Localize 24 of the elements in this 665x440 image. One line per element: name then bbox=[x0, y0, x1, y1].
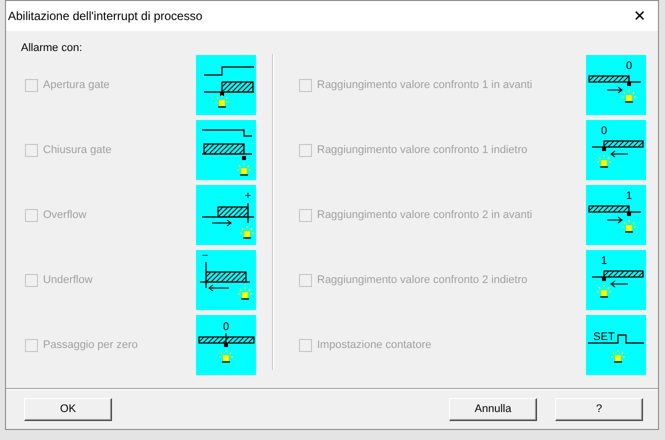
checkbox-label: Raggiungimento valore confronto 2 in avanti bbox=[317, 209, 534, 221]
checkbox-label: Underflow bbox=[43, 274, 94, 286]
timing-diagram-icon: + bbox=[196, 185, 256, 245]
window-title: Abilitazione dell'interrupt di processo bbox=[8, 9, 202, 23]
dialog-button[interactable]: Annulla bbox=[449, 398, 537, 420]
timing-diagram-icon: 0 bbox=[196, 315, 256, 375]
timing-diagram-icon: SET bbox=[586, 315, 646, 375]
dialog-button[interactable]: OK bbox=[24, 398, 112, 420]
timing-diagram-icon: − bbox=[196, 250, 256, 310]
timing-diagram-icon: 1 bbox=[586, 185, 646, 245]
checkbox-label: Passaggio per zero bbox=[43, 339, 139, 351]
group-label: Allarme con: bbox=[21, 42, 84, 54]
checkbox-label: Chiusura gate bbox=[43, 144, 112, 156]
timing-diagram-icon: 1 bbox=[586, 250, 646, 310]
dialog-button[interactable]: ? bbox=[555, 398, 643, 420]
timing-diagram-icon: 0 bbox=[586, 55, 646, 115]
checkbox-label: Raggiungimento valore confronto 2 indietro bbox=[317, 274, 528, 286]
timing-diagram-icon: 0 bbox=[586, 120, 646, 180]
checkbox-label: Apertura gate bbox=[43, 79, 111, 91]
checkbox-label: Raggiungimento valore confronto 1 in avanti bbox=[317, 79, 534, 91]
close-button[interactable]: ✕ bbox=[629, 7, 650, 25]
checkbox-label: Impostazione contatore bbox=[317, 339, 432, 351]
checkbox-label: Raggiungimento valore confronto 1 indietro bbox=[317, 144, 528, 156]
checkbox-label: Overflow bbox=[43, 209, 88, 221]
